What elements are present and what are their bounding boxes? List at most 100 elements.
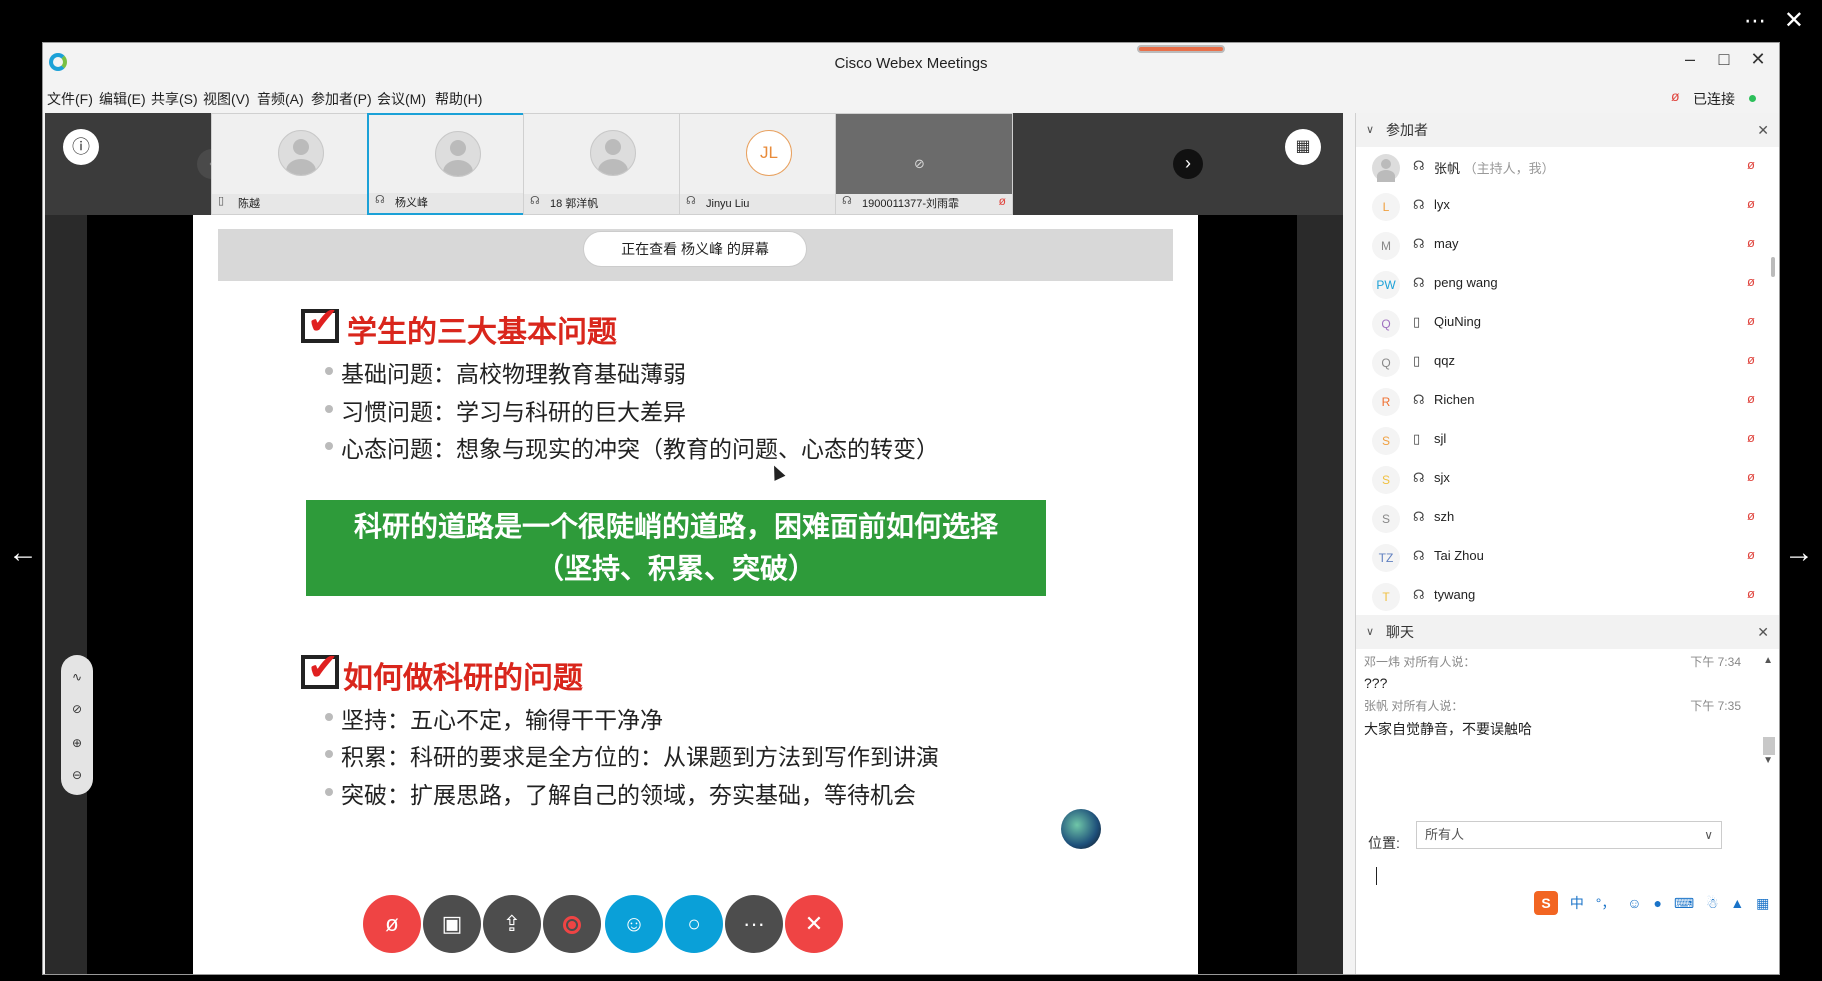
collapse-chat-icon[interactable]: ∨: [1366, 615, 1374, 649]
bullet-item: 突破：扩展思路，了解自己的领域，夯实基础，等待机会: [325, 776, 916, 810]
scroll-up-icon[interactable]: ▲: [1763, 655, 1773, 666]
headset-icon: ☊: [1413, 392, 1425, 407]
muted-mic-icon[interactable]: ø: [1747, 313, 1755, 328]
menu-meeting[interactable]: 会议(M): [377, 89, 426, 109]
sogou-ime-logo[interactable]: S: [1534, 891, 1558, 915]
participant-row[interactable]: S ☊ sjx ø: [1356, 459, 1779, 498]
ime-chinese-mode[interactable]: 中: [1570, 895, 1584, 911]
menu-view[interactable]: 视图(V): [203, 89, 250, 109]
participant-row[interactable]: ☊ 张帆 （主持人，我） ø: [1356, 147, 1779, 186]
thumbnails-next-button[interactable]: ›: [1173, 149, 1203, 179]
headset-icon: ☊: [1413, 470, 1425, 485]
mute-button[interactable]: ø: [363, 895, 421, 953]
participant-name: may: [1434, 236, 1459, 251]
ime-menu-icon[interactable]: ▦: [1756, 895, 1769, 911]
ime-emoji-icon[interactable]: ☺: [1627, 895, 1641, 911]
participant-row[interactable]: Q ▯ qqz ø: [1356, 342, 1779, 381]
muted-mic-icon[interactable]: ø: [1747, 235, 1755, 250]
send-to-select[interactable]: 所有人 ∨: [1416, 821, 1722, 849]
muted-mic-icon[interactable]: ø: [1747, 508, 1755, 523]
menu-participants[interactable]: 参加者(P): [311, 89, 372, 109]
ime-keyboard-icon[interactable]: ⌨: [1674, 895, 1694, 911]
participant-row[interactable]: S ☊ szh ø: [1356, 498, 1779, 537]
bullet-item: 基础问题：高校物理教育基础薄弱: [325, 355, 686, 389]
camera-off-icon: ⊘: [914, 156, 925, 171]
participant-name: sjl: [1434, 431, 1447, 446]
close-participants-icon[interactable]: ✕: [1757, 113, 1769, 147]
participant-row[interactable]: Q ▯ QiuNing ø: [1356, 303, 1779, 342]
menu-help[interactable]: 帮助(H): [435, 89, 482, 109]
eraser-icon[interactable]: ⊘: [67, 699, 87, 719]
record-button[interactable]: [543, 895, 601, 953]
muted-mic-icon[interactable]: ø: [1747, 547, 1755, 562]
participant-row[interactable]: PW ☊ peng wang ø: [1356, 264, 1779, 303]
participant-row[interactable]: T ☊ tywang ø: [1356, 576, 1779, 615]
participant-name: sjx: [1434, 470, 1450, 485]
more-options-icon[interactable]: ⋯: [1744, 8, 1768, 34]
next-arrow-icon[interactable]: →: [1784, 536, 1814, 570]
participant-row[interactable]: L ☊ lyx ø: [1356, 186, 1779, 225]
muted-mic-icon[interactable]: ø: [1747, 469, 1755, 484]
participant-row[interactable]: S ▯ sjl ø: [1356, 420, 1779, 459]
muted-mic-icon[interactable]: ø: [1747, 430, 1755, 445]
muted-mic-icon[interactable]: ø: [1747, 586, 1755, 601]
zoom-in-icon[interactable]: ⊕: [67, 733, 87, 753]
headset-icon: ☊: [1413, 236, 1425, 251]
chat-scrollbar[interactable]: [1763, 737, 1775, 755]
menu-file[interactable]: 文件(F): [47, 89, 93, 109]
chat-timestamp: 下午 7:34: [1690, 655, 1741, 669]
muted-mic-icon[interactable]: ø: [1747, 157, 1755, 172]
meeting-info-button[interactable]: ⓘ: [63, 129, 99, 165]
menu-audio[interactable]: 音频(A): [257, 89, 304, 109]
shared-screen[interactable]: 正在查看 杨义峰 的屏幕 学生的三大基本问题 基础问题：高校物理教育基础薄弱 习…: [45, 215, 1343, 974]
webex-assistant-icon[interactable]: [1061, 809, 1101, 849]
participant-thumbnail[interactable]: JL ☊ Jinyu Liu ø: [679, 113, 857, 215]
bullet-item: 心态问题：想象与现实的冲突（教育的问题、心态的转变）: [325, 430, 939, 464]
ime-user-icon[interactable]: ☃: [1706, 895, 1719, 911]
participant-name: Richen: [1434, 392, 1475, 407]
highlight-line: 科研的道路是一个很陡峭的道路，困难面前如何选择: [353, 511, 998, 542]
pen-icon[interactable]: ∿: [67, 667, 87, 687]
share-button[interactable]: ⇪: [483, 895, 541, 953]
more-button[interactable]: ···: [725, 895, 783, 953]
menu-share[interactable]: 共享(S): [151, 89, 198, 109]
section-heading: 学生的三大基本问题: [347, 316, 617, 349]
participants-header: ∨ 参加者 ✕: [1356, 113, 1779, 147]
participant-list-scrollbar[interactable]: [1771, 257, 1775, 277]
muted-mic-icon[interactable]: ø: [1747, 352, 1755, 367]
participant-row[interactable]: TZ ☊ Tai Zhou ø: [1356, 537, 1779, 576]
previous-arrow-icon[interactable]: ←: [8, 536, 38, 570]
muted-mic-icon[interactable]: ø: [1747, 196, 1755, 211]
zoom-out-icon[interactable]: ⊖: [67, 765, 87, 785]
participant-thumbnail[interactable]: ⊘ ☊ 1900011377-刘雨霏 ø: [835, 113, 1013, 215]
close-chat-icon[interactable]: ✕: [1757, 615, 1769, 649]
participant-row[interactable]: R ☊ Richen ø: [1356, 381, 1779, 420]
close-viewer-icon[interactable]: ✕: [1784, 6, 1804, 35]
participant-row[interactable]: M ☊ may ø: [1356, 225, 1779, 264]
maximize-button[interactable]: □: [1709, 49, 1739, 70]
menu-edit[interactable]: 编辑(E): [99, 89, 146, 109]
share-margin-right: [1297, 215, 1343, 974]
highlight-line: （坚持、积累、突破）: [535, 553, 816, 584]
participant-thumbnail-active[interactable]: ☊ 杨义峰: [367, 113, 545, 215]
participant-thumbnail[interactable]: ☊ 18 郭洋帆 ø: [523, 113, 701, 215]
ime-voice-icon[interactable]: ●: [1653, 895, 1661, 911]
video-button[interactable]: ▣: [423, 895, 481, 953]
muted-mic-icon[interactable]: ø: [1747, 274, 1755, 289]
close-window-button[interactable]: ✕: [1743, 49, 1773, 70]
ime-skin-icon[interactable]: ▲: [1730, 895, 1744, 911]
avatar-initials: S: [1372, 505, 1400, 533]
participant-thumbnail[interactable]: ▯ 陈越 ø: [211, 113, 389, 215]
layout-button[interactable]: ▦: [1285, 129, 1321, 165]
minimize-button[interactable]: –: [1675, 49, 1705, 70]
muted-mic-icon[interactable]: ø: [1747, 391, 1755, 406]
avatar-initials: PW: [1372, 271, 1400, 299]
muted-mic-icon[interactable]: ø: [1671, 88, 1680, 104]
leave-meeting-button[interactable]: ✕: [785, 895, 843, 953]
participants-button[interactable]: ☺: [605, 895, 663, 953]
collapse-participants-icon[interactable]: ∨: [1366, 113, 1374, 147]
scroll-down-icon[interactable]: ▼: [1763, 755, 1773, 766]
chat-button[interactable]: ○: [665, 895, 723, 953]
ime-punctuation[interactable]: °，: [1596, 895, 1616, 911]
meeting-info-handle[interactable]: [1137, 45, 1225, 53]
